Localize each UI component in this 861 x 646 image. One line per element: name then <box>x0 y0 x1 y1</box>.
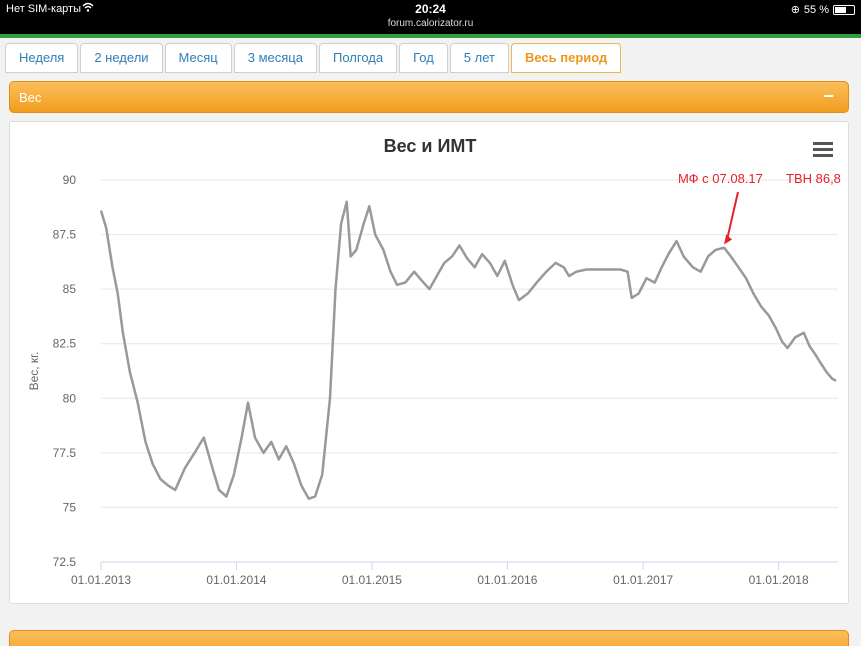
y-tick-label: 72.5 <box>53 555 77 569</box>
y-tick-label: 82.5 <box>53 337 77 351</box>
url-label[interactable]: forum.calorizator.ru <box>0 18 861 29</box>
chart-card: 72.5 75 77.5 80 82.5 85 87.5 90 01.01.2013 01.01.… <box>9 121 849 604</box>
rotation-lock-icon: ⊕ <box>790 4 800 16</box>
menu-bar <box>813 142 833 145</box>
x-tick-label: 01.01.2014 <box>206 573 266 587</box>
period-tabs: Неделя 2 недели Месяц 3 месяца Полгода Г… <box>5 43 622 73</box>
clock: 20:24 <box>415 2 446 16</box>
y-tick-label: 80 <box>63 391 77 405</box>
y-tick-label: 90 <box>63 173 77 187</box>
header-accent-bar <box>0 34 861 38</box>
status-right: ⊕ 55 % <box>791 3 855 16</box>
next-panel-header[interactable] <box>9 630 849 646</box>
tab-week[interactable]: Неделя <box>5 43 79 73</box>
hamburger-menu-icon[interactable] <box>813 142 833 157</box>
menu-bar <box>813 148 833 151</box>
chart-title: Вес и ИМТ <box>384 136 477 156</box>
x-tick-label: 01.01.2013 <box>71 573 131 587</box>
x-tick-label: 01.01.2017 <box>613 573 673 587</box>
battery-percent: 55 % <box>803 3 829 16</box>
menu-bar <box>813 154 833 157</box>
y-tick-label: 77.5 <box>53 446 77 460</box>
annotation-arrow <box>726 191 739 240</box>
battery-icon <box>833 4 855 15</box>
annotation-label: ТВН 86,8 <box>786 171 841 186</box>
tab-2-weeks[interactable]: 2 недели <box>80 43 163 73</box>
tab-5-years[interactable]: 5 лет <box>449 43 509 73</box>
y-tick-label: 75 <box>63 500 77 514</box>
status-bar: Нет SIM-карты 20:24 forum.calorizator.ru… <box>0 0 861 34</box>
weight-series-line <box>99 200 837 500</box>
tab-month[interactable]: Месяц <box>164 43 232 73</box>
x-tick-label: 01.01.2018 <box>749 573 809 587</box>
panel-title: Вес <box>19 90 42 105</box>
x-tick-label: 01.01.2016 <box>477 573 537 587</box>
collapse-button[interactable]: − <box>823 86 834 107</box>
x-tick-label: 01.01.2015 <box>342 573 402 587</box>
annotation-label: МФ с 07.08.17 <box>678 171 763 186</box>
battery-fill <box>835 6 846 13</box>
tab-3-months[interactable]: 3 месяца <box>233 43 317 73</box>
tab-all-period[interactable]: Весь период <box>510 43 622 73</box>
weight-panel-header[interactable]: Вес − <box>9 81 849 113</box>
y-tick-label: 85 <box>63 282 77 296</box>
tab-year[interactable]: Год <box>399 43 448 73</box>
y-tick-label: 87.5 <box>53 228 77 242</box>
y-axis-label: Вес, кг. <box>27 352 41 391</box>
tab-half-year[interactable]: Полгода <box>318 43 398 73</box>
weight-chart: 72.5 75 77.5 80 82.5 85 87.5 90 01.01.2013 01.01.… <box>27 136 841 587</box>
